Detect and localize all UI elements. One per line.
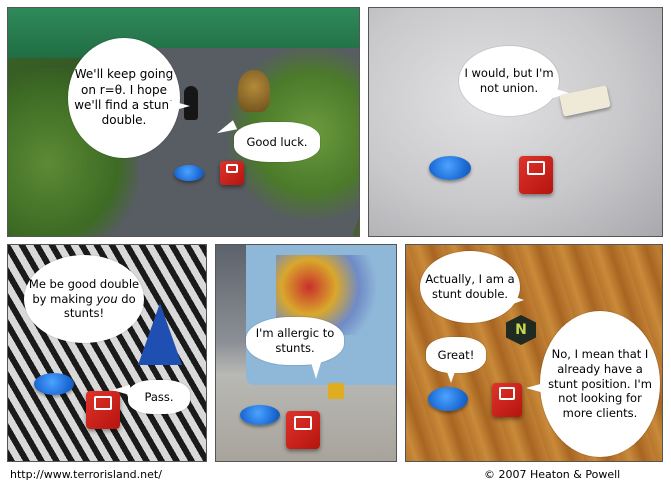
yellow-piece: [328, 383, 344, 399]
speech-bubble-7: Actually, I am a stunt double.: [420, 251, 520, 323]
n-piece: N: [506, 315, 536, 345]
red-die: [286, 411, 320, 449]
monkey-figurine: [238, 70, 270, 112]
speech-bubble-5-tail: [112, 385, 130, 395]
red-die: [220, 161, 244, 185]
n-piece-letter: N: [515, 322, 527, 338]
red-die: [86, 391, 120, 429]
blue-chip: [34, 373, 74, 395]
bubble-text-italic: you: [96, 291, 118, 306]
blue-chip: [428, 387, 468, 411]
speech-bubble-9: No, I mean that I already have a stunt p…: [540, 311, 660, 457]
speech-bubble-1-tail: [168, 100, 190, 112]
speech-bubble-3: I would, but I'm not union.: [459, 46, 559, 116]
panel-2: I would, but I'm not union.: [368, 7, 663, 237]
speech-bubble-8: Great!: [426, 337, 486, 373]
red-die: [519, 156, 553, 194]
blue-pyramid-piece: [138, 303, 182, 365]
panel-5: Actually, I am a stunt double. N Great! …: [405, 244, 663, 462]
speech-bubble-1: We'll keep going on r=θ. I hope we'll fi…: [68, 38, 180, 158]
footer-url[interactable]: http://www.terrorisland.net/: [10, 468, 162, 481]
panel-1: We'll keep going on r=θ. I hope we'll fi…: [7, 7, 360, 237]
blue-chip: [429, 156, 471, 180]
speech-bubble-7-tail: [510, 295, 524, 305]
speech-bubble-6: I'm allergic to stunts.: [246, 317, 344, 365]
speech-bubble-2: Good luck.: [234, 122, 320, 162]
speech-bubble-5: Pass.: [128, 380, 190, 414]
speech-bubble-6-tail: [310, 359, 322, 379]
blue-chip: [174, 165, 204, 181]
speech-bubble-8-tail: [446, 369, 456, 383]
panel-3: Me be good double by making you do stunt…: [7, 244, 207, 462]
footer-copyright: © 2007 Heaton & Powell: [484, 468, 621, 481]
red-die: [492, 383, 522, 417]
blue-chip: [240, 405, 280, 425]
speech-bubble-9-tail: [526, 383, 544, 393]
panel-4: I'm allergic to stunts.: [215, 244, 397, 462]
speech-bubble-4: Me be good double by making you do stunt…: [24, 255, 144, 343]
